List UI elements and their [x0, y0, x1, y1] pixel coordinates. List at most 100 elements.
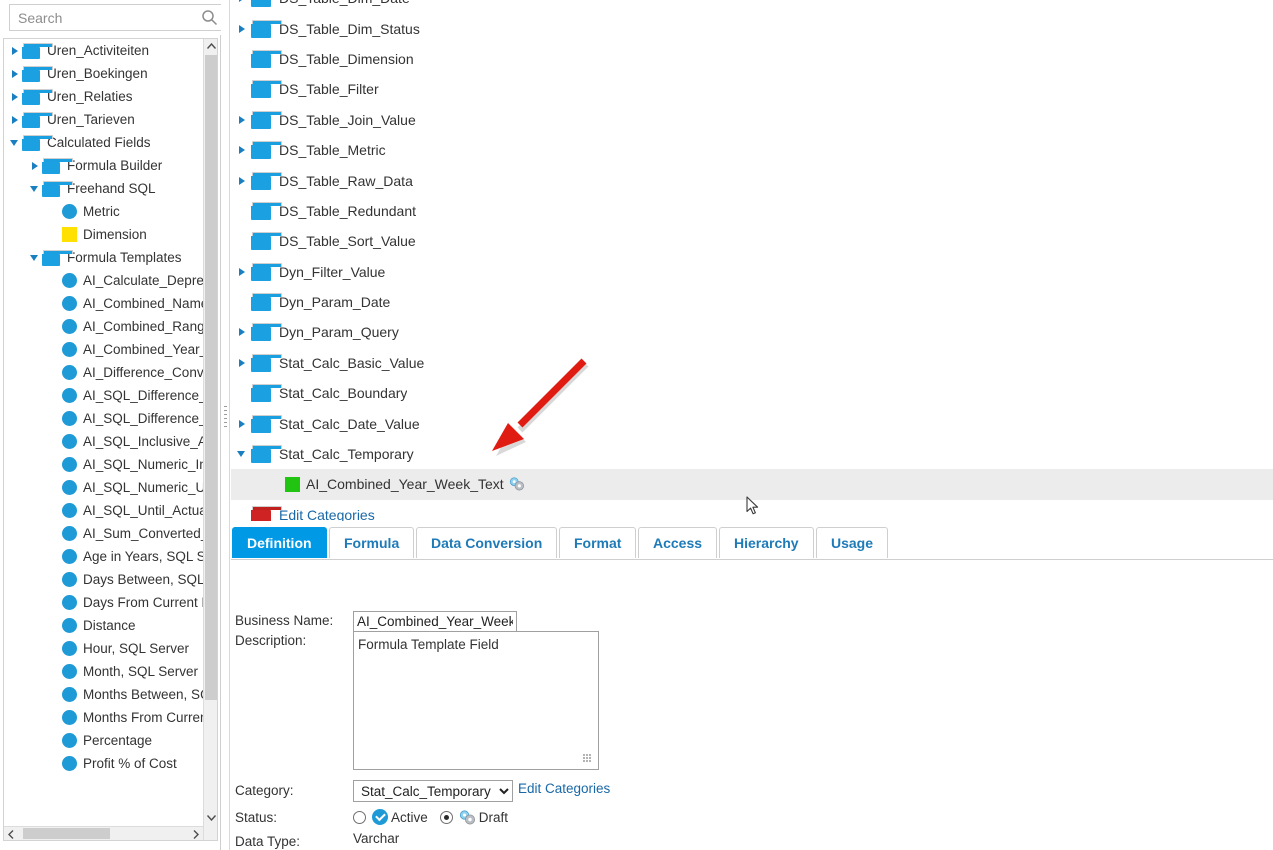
sidebar-item-ai-sql-numeric-in[interactable]: AI_SQL_Numeric_In — [4, 453, 204, 476]
sidebar-item-month-sql-server[interactable]: Month, SQL Server — [4, 660, 204, 683]
twisty-collapsed-icon[interactable] — [8, 108, 22, 131]
sidebar-item-ai-calculate-deprec[interactable]: AI_Calculate_Deprec — [4, 269, 204, 292]
tab-hierarchy[interactable]: Hierarchy — [719, 527, 814, 558]
sidebar-item-dimension[interactable]: Dimension — [4, 223, 204, 246]
sidebar-item-ai-combined-name[interactable]: AI_Combined_Name — [4, 292, 204, 315]
status-active-radio[interactable] — [353, 810, 366, 824]
description-textarea[interactable]: Formula Template Field — [353, 631, 599, 770]
scroll-down-icon[interactable] — [204, 811, 217, 826]
sidebar-item-percentage[interactable]: Percentage — [4, 729, 204, 752]
business-name-input[interactable] — [353, 611, 517, 632]
sidebar-item-ai-sql-numeric-un[interactable]: AI_SQL_Numeric_Un — [4, 476, 204, 499]
tree-row-stat-calc-boundary[interactable]: Stat_Calc_Boundary — [231, 378, 1273, 408]
tree-row-dyn-param-query[interactable]: Dyn_Param_Query — [231, 317, 1273, 347]
twisty-collapsed-icon[interactable] — [235, 257, 251, 287]
splitter-grip[interactable] — [224, 406, 227, 428]
scroll-right-icon[interactable] — [189, 827, 203, 840]
twisty-collapsed-icon[interactable] — [235, 105, 251, 135]
sidebar-item-ai-combined-range[interactable]: AI_Combined_Range — [4, 315, 204, 338]
sidebar-item-formula-builder[interactable]: Formula Builder — [4, 154, 204, 177]
sidebar-vertical-scrollbar[interactable] — [203, 39, 217, 840]
sidebar-item-metric[interactable]: Metric — [4, 200, 204, 223]
sidebar-hscroll-thumb[interactable] — [23, 828, 110, 839]
tree-row-label: DS_Table_Filter — [279, 81, 379, 98]
tree-row-stat-calc-basic-value[interactable]: Stat_Calc_Basic_Value — [231, 348, 1273, 378]
panel-splitter[interactable] — [221, 0, 230, 850]
twisty-collapsed-icon[interactable] — [235, 135, 251, 165]
twisty-collapsed-icon[interactable] — [28, 154, 42, 177]
sidebar-scroll-thumb[interactable] — [205, 55, 217, 700]
search-box[interactable] — [9, 4, 225, 31]
folder-icon — [42, 249, 73, 266]
sidebar-item-months-from-curren[interactable]: Months From Curren — [4, 706, 204, 729]
sidebar-item-ai-combined-year[interactable]: AI_Combined_Year_ — [4, 338, 204, 361]
tab-definition[interactable]: Definition — [232, 527, 327, 558]
edit-categories-link[interactable]: Edit Categories — [279, 507, 375, 521]
sidebar-item-uren-tarieven[interactable]: Uren_Tarieven — [4, 108, 204, 131]
scroll-left-icon[interactable] — [4, 827, 18, 840]
status-draft-radio[interactable] — [439, 810, 453, 824]
tree-row-ds-table-metric[interactable]: DS_Table_Metric — [231, 135, 1273, 165]
sidebar-item-ai-sql-difference-i[interactable]: AI_SQL_Difference_I — [4, 384, 204, 407]
twisty-collapsed-icon[interactable] — [8, 62, 22, 85]
search-input[interactable] — [16, 8, 201, 27]
sidebar-horizontal-scrollbar[interactable] — [4, 826, 203, 840]
sidebar-item-uren-boekingen[interactable]: Uren_Boekingen — [4, 62, 204, 85]
sidebar-item-profit-of-cost[interactable]: Profit % of Cost — [4, 752, 204, 775]
sidebar-item-days-from-current-d[interactable]: Days From Current D — [4, 591, 204, 614]
scroll-up-icon[interactable] — [204, 39, 217, 54]
tree-row-ds-table-dim-status[interactable]: DS_Table_Dim_Status — [231, 13, 1273, 43]
description-resize-grip[interactable] — [583, 754, 592, 763]
twisty-collapsed-icon[interactable] — [235, 166, 251, 196]
twisty-collapsed-icon[interactable] — [235, 317, 251, 347]
sidebar-item-label: Hour, SQL Server — [83, 641, 190, 656]
twisty-expanded-icon[interactable] — [235, 439, 251, 469]
twisty-expanded-icon[interactable] — [8, 131, 22, 154]
sidebar-item-uren-relaties[interactable]: Uren_Relaties — [4, 85, 204, 108]
tab-formula[interactable]: Formula — [329, 527, 415, 558]
tab-usage[interactable]: Usage — [816, 527, 889, 558]
tab-data-conversion[interactable]: Data Conversion — [416, 527, 558, 558]
sidebar-item-formula-templates[interactable]: Formula Templates — [4, 246, 204, 269]
twisty-collapsed-icon[interactable] — [235, 409, 251, 439]
tab-format[interactable]: Format — [559, 527, 637, 558]
tab-access[interactable]: Access — [638, 527, 718, 558]
sidebar-item-uren-activiteiten[interactable]: Uren_Activiteiten — [4, 39, 204, 62]
twisty-collapsed-icon[interactable] — [235, 14, 251, 44]
twisty-collapsed-icon[interactable] — [8, 39, 22, 62]
tree-row-dyn-param-date[interactable]: Dyn_Param_Date — [231, 287, 1273, 317]
sidebar-item-calculated-fields[interactable]: Calculated Fields — [4, 131, 204, 154]
sidebar-item-months-between-sq[interactable]: Months Between, SQ — [4, 683, 204, 706]
sidebar-item-ai-sql-inclusive-ac[interactable]: AI_SQL_Inclusive_Ac — [4, 430, 204, 453]
twisty-expanded-icon[interactable] — [28, 177, 42, 200]
tree-row-ds-table-filter[interactable]: DS_Table_Filter — [231, 74, 1273, 104]
edit-categories-row[interactable]: Edit Categories — [231, 500, 1273, 521]
tree-row-ds-table-dim-date[interactable]: DS_Table_Dim_Date — [231, 0, 1273, 13]
sidebar-item-hour-sql-server[interactable]: Hour, SQL Server — [4, 637, 204, 660]
sidebar-item-ai-sql-until-actua[interactable]: AI_SQL_Until_Actua — [4, 499, 204, 522]
tree-row-label: DS_Table_Dim_Status — [279, 20, 420, 37]
twisty-collapsed-icon[interactable] — [235, 0, 251, 13]
sidebar-item-freehand-sql[interactable]: Freehand SQL — [4, 177, 204, 200]
tree-row-ds-table-redundant[interactable]: DS_Table_Redundant — [231, 196, 1273, 226]
tree-row-ds-table-join-value[interactable]: DS_Table_Join_Value — [231, 105, 1273, 135]
edit-categories-link[interactable]: Edit Categories — [518, 781, 610, 796]
sidebar-item-days-between-sql-s[interactable]: Days Between, SQL S — [4, 568, 204, 591]
twisty-collapsed-icon[interactable] — [8, 85, 22, 108]
tree-row-ds-table-dimension[interactable]: DS_Table_Dimension — [231, 44, 1273, 74]
sidebar-item-ai-difference-conve[interactable]: AI_Difference_Conve — [4, 361, 204, 384]
tree-row-stat-calc-date-value[interactable]: Stat_Calc_Date_Value — [231, 408, 1273, 438]
tree-row-stat-calc-temporary[interactable]: Stat_Calc_Temporary — [231, 439, 1273, 469]
search-icon[interactable] — [201, 9, 218, 26]
tree-row-ai-combined-year-week-text[interactable]: AI_Combined_Year_Week_Text — [231, 469, 1273, 500]
sidebar-item-distance[interactable]: Distance — [4, 614, 204, 637]
sidebar-item-ai-sql-difference-u[interactable]: AI_SQL_Difference_U — [4, 407, 204, 430]
tree-row-ds-table-sort-value[interactable]: DS_Table_Sort_Value — [231, 226, 1273, 256]
tree-row-dyn-filter-value[interactable]: Dyn_Filter_Value — [231, 257, 1273, 287]
sidebar-item-age-in-years-sql-ser[interactable]: Age in Years, SQL Ser — [4, 545, 204, 568]
category-select[interactable]: Stat_Calc_Temporary — [353, 780, 513, 802]
tree-row-ds-table-raw-data[interactable]: DS_Table_Raw_Data — [231, 165, 1273, 195]
twisty-expanded-icon[interactable] — [28, 246, 42, 269]
sidebar-item-ai-sum-converted[interactable]: AI_Sum_Converted_ — [4, 522, 204, 545]
twisty-collapsed-icon[interactable] — [235, 348, 251, 378]
